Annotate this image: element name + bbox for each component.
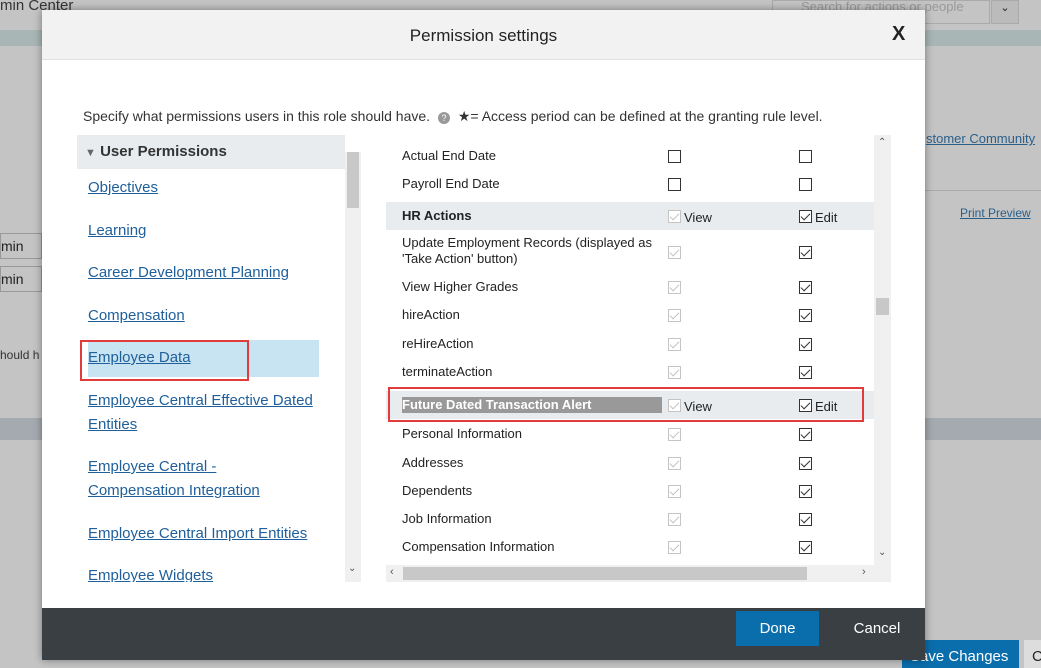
permission-row: Compensation Information [386, 536, 874, 558]
edit-checkbox[interactable] [799, 210, 812, 223]
user-permissions-header[interactable]: ▼ User Permissions [77, 135, 345, 169]
field-2[interactable]: min [0, 266, 42, 292]
scroll-right-icon[interactable]: › [862, 566, 866, 578]
view-checkbox[interactable] [668, 457, 681, 470]
edit-checkbox[interactable] [799, 513, 812, 526]
permission-row: Update Employment Records (displayed as … [386, 234, 874, 270]
view-checkbox[interactable] [668, 513, 681, 526]
permission-row: Personal Information [386, 423, 874, 445]
annotation-box [388, 387, 864, 422]
permission-label: reHireAction [402, 336, 474, 351]
view-checkbox[interactable] [668, 338, 681, 351]
view-column-label: View [684, 210, 712, 225]
category-ec-comp-integration[interactable]: Employee Central - Compensation Integrat… [88, 455, 268, 503]
done-button[interactable]: Done [736, 611, 819, 646]
permission-label: View Higher Grades [402, 279, 519, 294]
category-ec-import[interactable]: Employee Central Import Entities [88, 522, 307, 546]
category-compensation[interactable]: Compensation [88, 304, 185, 328]
category-employee-data[interactable]: Employee Data [88, 346, 191, 370]
field-1[interactable]: min [0, 233, 42, 259]
view-checkbox[interactable] [668, 246, 681, 259]
permission-row: Actual End Date [386, 145, 874, 167]
permission-row: hireAction [386, 304, 874, 326]
permission-label: terminateAction [402, 364, 493, 379]
scroll-down-icon[interactable]: ⌄ [878, 547, 886, 558]
permission-label: Actual End Date [402, 148, 496, 163]
edit-checkbox[interactable] [799, 366, 812, 379]
permission-row: reHireAction [386, 333, 874, 355]
view-checkbox[interactable] [668, 150, 681, 163]
description-text: Specify what permissions users in this r… [83, 108, 431, 124]
table-vscrollbar[interactable]: ⌃ ⌄ [874, 135, 891, 582]
permission-label: hireAction [402, 307, 460, 322]
access-note: ★= Access period can be defined at the g… [457, 108, 823, 124]
edit-checkbox[interactable] [799, 485, 812, 498]
permission-label: Compensation Information [402, 539, 555, 554]
category-career-development[interactable]: Career Development Planning [88, 261, 289, 285]
customer-community-link[interactable]: stomer Community [926, 131, 1035, 146]
cancel-button[interactable]: Cancel [832, 611, 922, 646]
edit-checkbox[interactable] [799, 309, 812, 322]
scroll-thumb[interactable] [347, 152, 359, 208]
scroll-left-icon[interactable]: ‹ [390, 566, 394, 578]
edit-checkbox[interactable] [799, 150, 812, 163]
edit-checkbox[interactable] [799, 281, 812, 294]
permission-row: HR Actions View Edit [386, 202, 874, 230]
edit-column-label: Edit [815, 210, 838, 225]
scroll-up-icon[interactable]: ⌃ [878, 137, 886, 148]
category-objectives[interactable]: Objectives [88, 176, 158, 200]
view-checkbox[interactable] [668, 178, 681, 191]
view-checkbox[interactable] [668, 428, 681, 441]
edit-checkbox[interactable] [799, 338, 812, 351]
view-checkbox[interactable] [668, 210, 681, 223]
dialog-title: Permission settings [409, 26, 558, 45]
table-hscrollbar[interactable]: ‹ › [386, 565, 874, 582]
permission-label: Addresses [402, 455, 464, 470]
dialog-header: Permission settings X [42, 10, 925, 60]
partial-text: hould h [0, 348, 40, 362]
view-checkbox[interactable] [668, 309, 681, 322]
permission-row: Addresses [386, 452, 874, 474]
permission-label: Update Employment Records (displayed as … [402, 235, 653, 266]
permission-label: Job Information [402, 511, 492, 526]
view-checkbox[interactable] [668, 281, 681, 294]
category-employee-widgets[interactable]: Employee Widgets [88, 564, 213, 582]
permission-row: Dependents [386, 480, 874, 502]
edit-checkbox[interactable] [799, 541, 812, 554]
edit-checkbox[interactable] [799, 428, 812, 441]
edit-checkbox[interactable] [799, 178, 812, 191]
permission-row: Payroll End Date [386, 173, 874, 195]
permission-row: terminateAction [386, 361, 874, 383]
edit-checkbox[interactable] [799, 246, 812, 259]
permission-row: Job Information [386, 508, 874, 530]
view-checkbox[interactable] [668, 541, 681, 554]
permission-label: Personal Information [402, 426, 522, 441]
scroll-thumb[interactable] [876, 298, 889, 315]
scroll-down-icon[interactable]: ⌄ [348, 563, 356, 574]
permission-row: View Higher Grades [386, 276, 874, 298]
permissions-table: ⌃ ⌄ ‹ › Actual End Date Payroll End Date H… [386, 135, 891, 582]
print-preview-link[interactable]: Print Preview [960, 206, 1031, 220]
category-learning[interactable]: Learning [88, 219, 146, 243]
permission-label: HR Actions [402, 208, 472, 223]
category-ec-effective-dated[interactable]: Employee Central Effective Dated Entitie… [88, 389, 328, 437]
partial-button[interactable]: C [1024, 640, 1041, 668]
close-icon[interactable]: X [892, 23, 905, 46]
category-scrollbar[interactable]: ⌄ [345, 152, 361, 582]
permission-label: Payroll End Date [402, 176, 500, 191]
view-checkbox[interactable] [668, 485, 681, 498]
permission-label: Dependents [402, 483, 473, 498]
help-icon[interactable]: ? [437, 112, 450, 124]
view-checkbox[interactable] [668, 366, 681, 379]
permission-settings-dialog: Permission settings X Specify what permi… [42, 10, 925, 660]
chevron-down-icon[interactable]: ⌄ [991, 0, 1019, 24]
category-panel: ▼ User Permissions Objectives Learning C… [77, 135, 361, 582]
header-label: User Permissions [100, 143, 227, 160]
edit-checkbox[interactable] [799, 457, 812, 470]
scroll-thumb[interactable] [403, 567, 807, 580]
divider [925, 190, 1041, 191]
dialog-description: Specify what permissions users in this r… [83, 108, 823, 125]
